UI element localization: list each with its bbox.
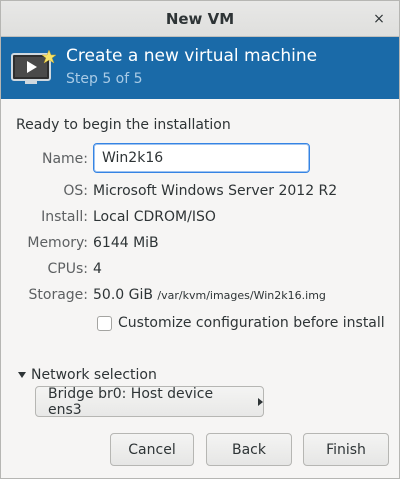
network-selection-dropdown[interactable]: Bridge br0: Host device ens3 bbox=[35, 385, 264, 418]
network-expander-label[interactable]: Network selection bbox=[31, 367, 157, 383]
name-field[interactable] bbox=[93, 143, 310, 173]
monitor-play-icon bbox=[11, 49, 57, 84]
network-selection-value: Bridge br0: Host device ens3 bbox=[48, 385, 214, 418]
cpus-label: CPUs: bbox=[47, 261, 88, 277]
banner-heading: Create a new virtual machine bbox=[66, 46, 318, 66]
storage-size: 50.0 GiB bbox=[93, 287, 153, 303]
network-expander[interactable]: Network selection bbox=[18, 367, 157, 383]
close-icon[interactable]: × bbox=[369, 9, 389, 29]
os-value: Microsoft Windows Server 2012 R2 bbox=[93, 183, 338, 199]
banner-step: Step 5 of 5 bbox=[66, 71, 143, 87]
storage-label: Storage: bbox=[28, 287, 89, 303]
expander-arrow-icon[interactable] bbox=[18, 372, 26, 378]
cpus-value: 4 bbox=[93, 261, 102, 277]
window-title: New VM bbox=[165, 9, 235, 28]
finish-button[interactable]: Finish bbox=[303, 433, 389, 466]
memory-label: Memory: bbox=[27, 235, 88, 251]
new-vm-dialog: New VM × Create a new virtual machine St… bbox=[0, 0, 400, 479]
chevron-right-icon bbox=[258, 397, 263, 406]
customize-option[interactable]: Customize configuration before install bbox=[97, 315, 385, 331]
back-button[interactable]: Back bbox=[206, 433, 292, 466]
cancel-button[interactable]: Cancel bbox=[110, 433, 194, 466]
install-value: Local CDROM/ISO bbox=[93, 209, 216, 225]
ready-text: Ready to begin the installation bbox=[16, 117, 231, 133]
install-label: Install: bbox=[41, 209, 88, 225]
header-banner: Create a new virtual machine Step 5 of 5 bbox=[1, 37, 399, 99]
customize-label[interactable]: Customize configuration before install bbox=[118, 315, 385, 331]
os-label: OS: bbox=[63, 183, 88, 199]
memory-value: 6144 MiB bbox=[93, 235, 159, 251]
titlebar: New VM × bbox=[1, 1, 399, 37]
name-label: Name: bbox=[41, 151, 88, 167]
storage-path: /var/kvm/images/Win2k16.img bbox=[157, 289, 326, 302]
storage-value: 50.0 GiB /var/kvm/images/Win2k16.img bbox=[93, 287, 326, 303]
customize-checkbox[interactable] bbox=[97, 315, 112, 331]
